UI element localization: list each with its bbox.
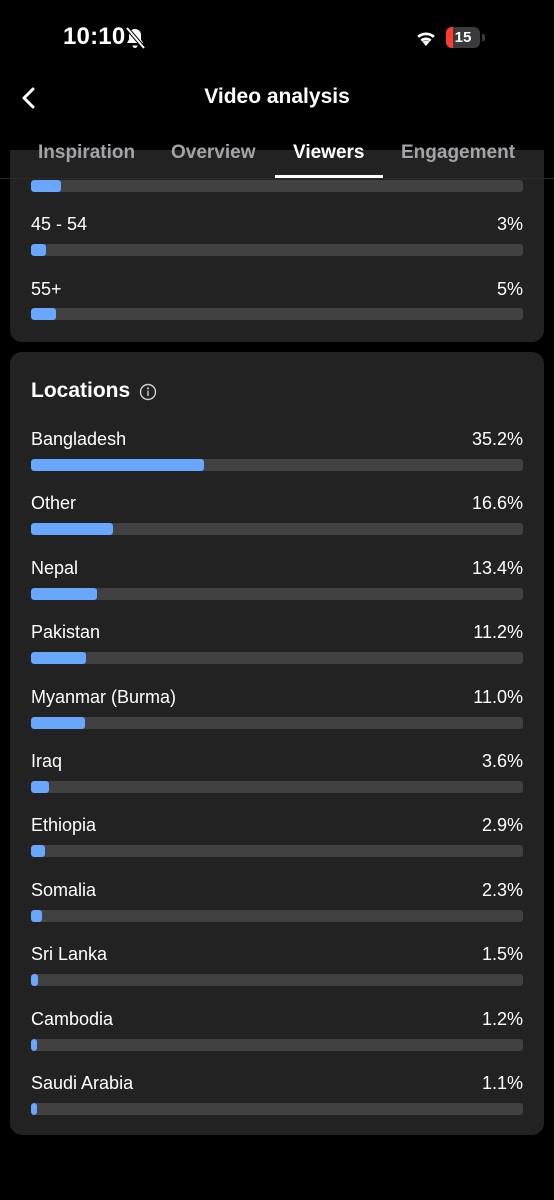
age-row-value: 3% (496, 214, 523, 234)
page-title: Video analysis (204, 85, 350, 108)
location-bar-track (31, 652, 523, 665)
location-value: 13.4% (471, 557, 523, 578)
location-bar-fill (31, 909, 42, 922)
age-bar-track (31, 308, 523, 320)
tab-engagement[interactable]: Engagement (401, 142, 515, 164)
age-bar-track (31, 180, 523, 192)
battery-level: 15 (454, 29, 472, 46)
bell-muted-icon (125, 26, 146, 50)
location-bar-track (31, 1103, 523, 1115)
active-tab-indicator (275, 175, 383, 178)
location-label: Bangladesh (31, 429, 127, 449)
location-bar-fill (31, 974, 38, 987)
location-bar-fill (31, 781, 49, 793)
location-label: Pakistan (31, 622, 101, 643)
age-bar-fill (31, 244, 46, 256)
location-bar-track (31, 523, 523, 536)
location-value: 35.2% (471, 429, 523, 449)
location-label: Sri Lanka (31, 944, 108, 965)
age-bar-track (31, 244, 523, 256)
location-bar-track (31, 845, 523, 858)
age-bar-fill (31, 308, 56, 320)
location-label: Other (31, 493, 77, 514)
tab-overview[interactable]: Overview (171, 142, 256, 164)
location-value: 1.2% (481, 1008, 523, 1029)
location-bar-fill (31, 587, 97, 600)
location-label: Somalia (31, 879, 97, 900)
age-row-label: 45 - 54 (31, 214, 88, 234)
location-bar-track (31, 909, 523, 922)
tab-inspiration[interactable]: Inspiration (38, 142, 135, 164)
location-label: Cambodia (31, 1008, 114, 1029)
location-value: 1.5% (481, 944, 523, 965)
location-label: Myanmar (Burma) (31, 686, 177, 707)
status-bar: 10:10 15 (0, 0, 554, 76)
tab-viewers[interactable]: Viewers (293, 142, 364, 164)
locations-title: Locations (31, 379, 131, 402)
info-icon[interactable] (139, 383, 157, 401)
location-bar-fill (31, 652, 86, 665)
age-bar-fill (31, 180, 61, 192)
location-value: 11.2% (473, 622, 523, 643)
location-bar-fill (31, 459, 204, 471)
location-label: Iraq (31, 751, 63, 771)
location-label: Nepal (31, 557, 79, 578)
location-value: 1.1% (481, 1073, 523, 1093)
wifi-icon (417, 32, 435, 46)
location-bar-track (31, 587, 523, 600)
location-bar-fill (31, 1103, 37, 1115)
status-time: 10:10 (63, 23, 126, 50)
location-value: 3.6% (481, 751, 523, 771)
location-value: 2.9% (481, 815, 523, 836)
location-value: 2.3% (481, 879, 523, 900)
location-bar-track (31, 1038, 523, 1051)
location-bar-fill (31, 716, 85, 729)
age-row-value: 5% (496, 279, 523, 299)
location-label: Saudi Arabia (31, 1073, 134, 1093)
location-bar-fill (31, 523, 113, 536)
location-label: Ethiopia (31, 815, 97, 836)
location-bar-track (31, 781, 523, 793)
location-value: 11.0% (473, 686, 523, 707)
location-bar-track (31, 974, 523, 987)
location-bar-track (31, 716, 523, 729)
locations-card: Locations Bangladesh 35.2% Other 16.6% Nepal… (10, 352, 544, 1135)
location-bar-fill (31, 845, 45, 858)
location-bar-track (31, 459, 523, 471)
tab-bar: Inspiration Overview Viewers Engagement (0, 140, 554, 179)
location-value: 16.6% (471, 493, 523, 514)
battery-icon: 15 (446, 27, 486, 48)
age-row-label: 55+ (31, 279, 62, 299)
location-bar-fill (31, 1038, 37, 1051)
